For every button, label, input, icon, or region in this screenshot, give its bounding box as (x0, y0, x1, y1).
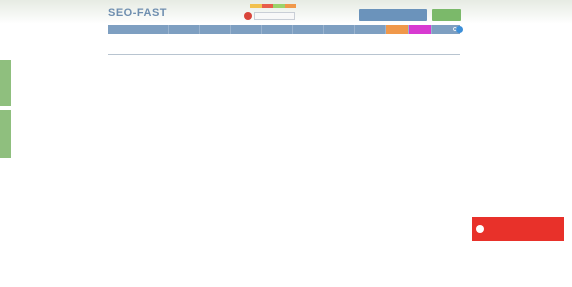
promo-segment (284, 4, 296, 8)
promo-segment (261, 4, 273, 8)
help-icon[interactable] (456, 26, 463, 33)
notification-toast[interactable] (472, 217, 564, 241)
nav-item[interactable] (355, 25, 386, 34)
nav-item[interactable] (262, 25, 293, 34)
city-field[interactable] (254, 11, 295, 20)
main-navigation (108, 25, 460, 34)
nav-item[interactable] (231, 25, 262, 34)
content-divider (108, 54, 460, 55)
logo-text: SEO-FAST (108, 7, 168, 19)
promo-strip[interactable] (250, 4, 296, 8)
city-selector[interactable] (244, 11, 297, 20)
login-button[interactable] (432, 9, 461, 21)
nav-item[interactable] (386, 25, 409, 34)
promo-segment (273, 4, 285, 8)
nav-item[interactable] (200, 25, 231, 34)
nav-item[interactable] (409, 25, 432, 34)
site-logo[interactable]: SEO-FAST (108, 6, 178, 20)
location-icon (244, 11, 252, 20)
side-tab-support[interactable] (0, 110, 11, 158)
register-button[interactable] (359, 9, 427, 21)
alert-icon (476, 225, 484, 233)
nav-item[interactable] (293, 25, 324, 34)
nav-item[interactable] (169, 25, 200, 34)
nav-item[interactable] (324, 25, 355, 34)
promo-segment (250, 4, 262, 8)
nav-item[interactable] (138, 25, 169, 34)
side-tab-feedback[interactable] (0, 60, 11, 106)
nav-items (138, 25, 432, 34)
